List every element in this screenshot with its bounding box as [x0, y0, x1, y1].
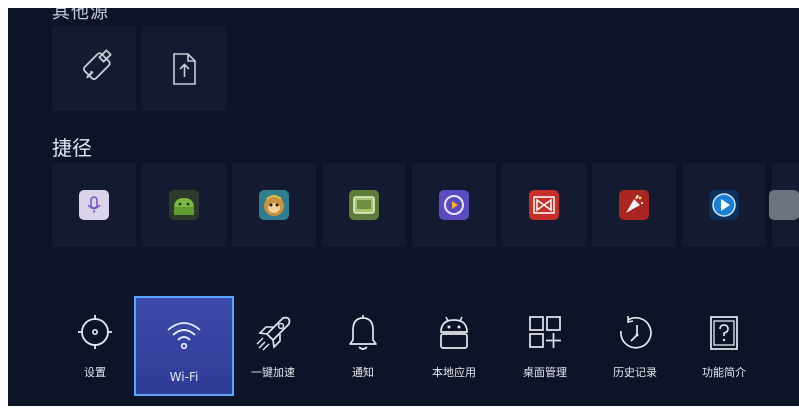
shortcut-partial-tile[interactable] [769, 163, 799, 247]
play-button-icon [709, 190, 739, 220]
help-book-icon [710, 316, 738, 350]
bowtie-app-icon [529, 190, 559, 220]
dock-wifi[interactable]: Wi-Fi [134, 296, 234, 396]
screen-app-icon [349, 190, 379, 220]
shortcut-video-tile[interactable] [412, 163, 496, 247]
shortcut-bowtie-tile[interactable] [502, 163, 586, 247]
dock-speedup[interactable]: 一键加速 [223, 296, 323, 396]
file-upload-icon [173, 52, 196, 85]
dock-local-apps[interactable]: 本地应用 [404, 296, 504, 396]
settings-gear-icon [78, 315, 112, 349]
history-clock-icon [620, 316, 652, 349]
dock-settings-label: 设置 [84, 366, 106, 379]
shortcut-celebration-tile[interactable] [592, 163, 676, 247]
dock-feature-intro[interactable]: 功能简介 [674, 296, 774, 396]
file-source-tile[interactable] [142, 26, 226, 111]
dock-desktop-manage[interactable]: 桌面管理 [495, 296, 595, 396]
dock-feature-intro-label: 功能简介 [702, 366, 746, 379]
dock-history[interactable]: 历史记录 [585, 296, 685, 396]
celebration-app-icon [619, 190, 649, 220]
dock-settings[interactable]: 设置 [45, 296, 145, 396]
shortcut-play-tile[interactable] [682, 163, 766, 247]
dock-desktop-manage-label: 桌面管理 [523, 366, 567, 379]
microphone-icon [79, 190, 109, 220]
wifi-icon [167, 322, 201, 350]
dock-speedup-label: 一键加速 [251, 366, 295, 379]
bell-icon [349, 315, 377, 350]
usb-source-tile[interactable] [52, 26, 136, 111]
shortcut-voice-tile[interactable] [52, 163, 136, 247]
rocket-icon [256, 316, 291, 351]
shortcuts-section-title: 捷径 [52, 136, 92, 160]
shortcut-monkey-tile[interactable] [232, 163, 316, 247]
shortcut-screen-tile[interactable] [322, 163, 406, 247]
local-apps-android-icon [440, 316, 468, 349]
monkey-king-icon [259, 190, 289, 220]
dock-wifi-label: Wi-Fi [169, 370, 199, 384]
desktop-grid-icon [529, 316, 561, 348]
dock-notifications-label: 通知 [352, 366, 374, 379]
dock-notifications[interactable]: 通知 [313, 296, 413, 396]
shortcut-android-tile[interactable] [142, 163, 226, 247]
sources-section-title: 其他源 [52, 8, 109, 23]
tv-launcher-screen: 其他源 捷径 设置 Wi-Fi 一键加速 通知 本地应用 桌面管理 历史记录 功… [8, 8, 799, 406]
usb-drive-icon [83, 48, 112, 80]
video-player-icon [439, 190, 469, 220]
android-icon [169, 190, 199, 220]
dock-local-apps-label: 本地应用 [432, 366, 476, 379]
partial-app-icon [769, 190, 799, 220]
dock-history-label: 历史记录 [613, 366, 657, 379]
